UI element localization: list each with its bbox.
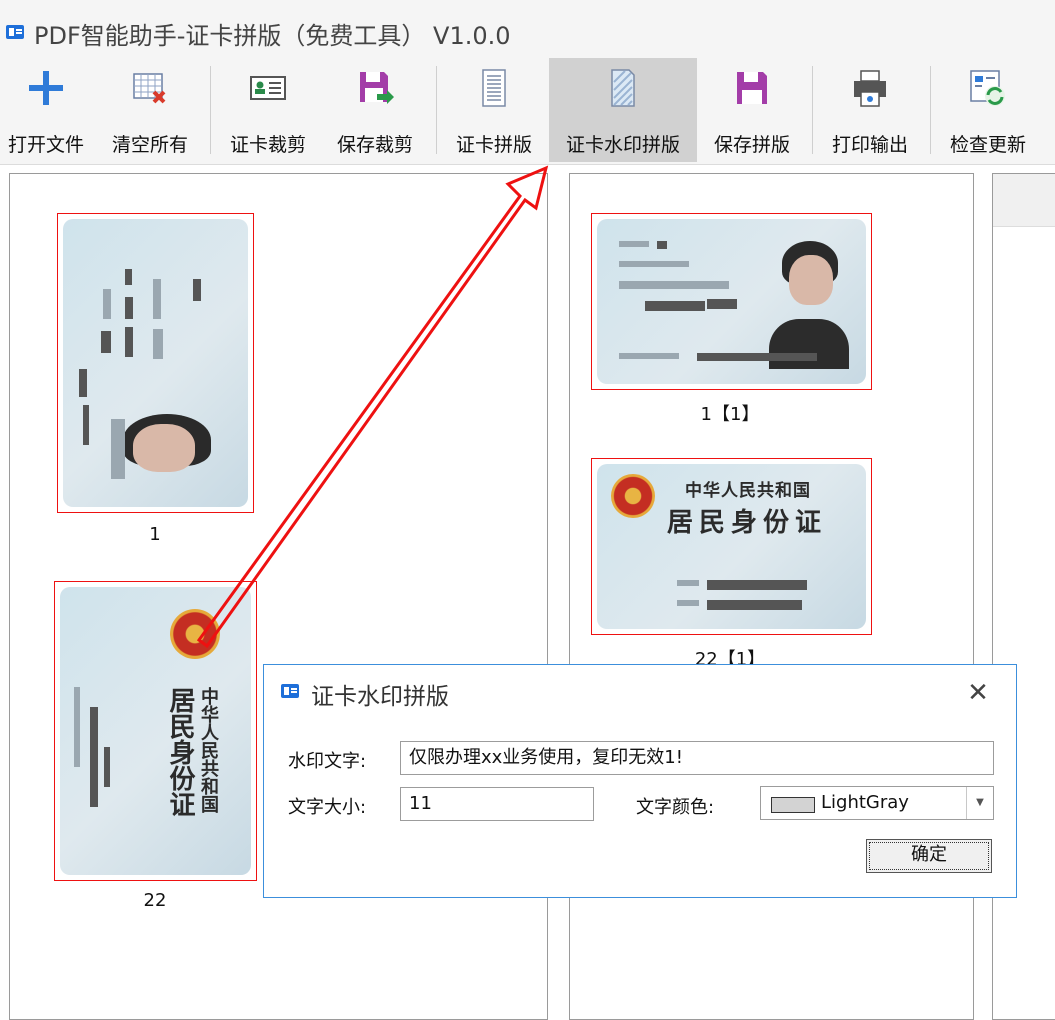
card-caption: 1【1】 [700, 404, 760, 425]
save-layout-button[interactable]: 保存拼版 [702, 58, 802, 162]
toolbar-separator [436, 66, 437, 154]
card-title-line1: 中华人民共和国 [685, 481, 811, 501]
open-file-label: 打开文件 [7, 134, 84, 156]
national-emblem-icon [170, 609, 220, 659]
text-color-value: LightGray [821, 792, 909, 813]
id-card-front-image [63, 219, 248, 507]
toolbar-separator [812, 66, 813, 154]
save-crop-label: 保存裁剪 [336, 134, 413, 156]
card-caption: 22 [143, 890, 167, 911]
text-color-select[interactable]: LightGray ▼ [760, 786, 994, 820]
watermark-text-input[interactable]: 仅限办理xx业务使用，复印无效1! [400, 741, 994, 775]
clear-table-icon [133, 73, 166, 104]
app-icon [6, 25, 24, 39]
id-card-icon [250, 76, 286, 100]
card-thumbnail[interactable] [57, 213, 254, 513]
id-card-back-image: 中华人民共和国 居民身份证 [597, 464, 866, 629]
clear-all-label: 清空所有 [111, 134, 188, 156]
watermark-text-label: 水印文字: [288, 751, 367, 772]
panel-header [993, 174, 1055, 227]
watermark-document-icon [611, 69, 635, 107]
card-layout-label: 证卡拼版 [455, 134, 532, 156]
color-swatch [771, 797, 815, 813]
toolbar-separator [930, 66, 931, 154]
save-icon [737, 72, 767, 104]
open-file-button[interactable]: 打开文件 [0, 58, 92, 162]
check-update-button[interactable]: 检查更新 [938, 58, 1038, 162]
ok-button[interactable]: 确定 [866, 839, 992, 873]
font-size-label: 文字大小: [288, 797, 367, 818]
national-emblem-icon [611, 474, 655, 518]
update-refresh-icon [970, 70, 1005, 106]
watermark-layout-label: 证卡水印拼版 [565, 134, 680, 156]
title-bar: PDF智能助手-证卡拼版（免费工具） V1.0.0 [0, 0, 1055, 58]
save-crop-button[interactable]: 保存裁剪 [324, 58, 426, 162]
window-title: PDF智能助手-证卡拼版（免费工具） V1.0.0 [34, 22, 511, 50]
card-crop-label: 证卡裁剪 [229, 134, 306, 156]
clear-all-button[interactable]: 清空所有 [100, 58, 200, 162]
close-icon[interactable]: ✕ [960, 675, 996, 711]
text-color-label: 文字颜色: [636, 797, 715, 818]
toolbar-separator [210, 66, 211, 154]
dialog-app-icon [281, 684, 299, 698]
plus-icon [29, 71, 63, 105]
card-thumbnail[interactable]: 中华人民共和国 居民身份证 [591, 458, 872, 635]
card-thumbnail[interactable] [591, 213, 872, 390]
toolbar: 打开文件 清空所有 证卡裁剪 保存裁剪 证卡拼版 证卡水印拼版 保存拼版 打印输… [0, 58, 1055, 165]
font-size-input[interactable]: 11 [400, 787, 594, 821]
card-caption: 1 [149, 524, 161, 545]
card-layout-button[interactable]: 证卡拼版 [444, 58, 544, 162]
save-export-icon [360, 72, 394, 104]
card-crop-button[interactable]: 证卡裁剪 [218, 58, 318, 162]
card-title-line2: 居民身份证 [667, 508, 828, 538]
card-title-line2: 居民身份证 [165, 687, 195, 817]
print-output-button[interactable]: 打印输出 [820, 58, 920, 162]
watermark-layout-button[interactable]: 证卡水印拼版 [549, 58, 697, 162]
check-update-label: 检查更新 [949, 134, 1026, 156]
dialog-title: 证卡水印拼版 [311, 684, 449, 710]
id-card-front-image [597, 219, 866, 384]
card-thumbnail[interactable]: 中华人民共和国 居民身份证 [54, 581, 257, 881]
watermark-dialog: 证卡水印拼版 ✕ 水印文字: 仅限办理xx业务使用，复印无效1! 文字大小: 1… [263, 664, 1017, 898]
print-output-label: 打印输出 [831, 134, 908, 156]
printer-icon [854, 70, 886, 107]
chevron-down-icon[interactable]: ▼ [966, 787, 993, 819]
save-layout-label: 保存拼版 [713, 134, 790, 156]
document-lines-icon [482, 69, 506, 107]
id-card-back-image: 中华人民共和国 居民身份证 [60, 587, 251, 875]
